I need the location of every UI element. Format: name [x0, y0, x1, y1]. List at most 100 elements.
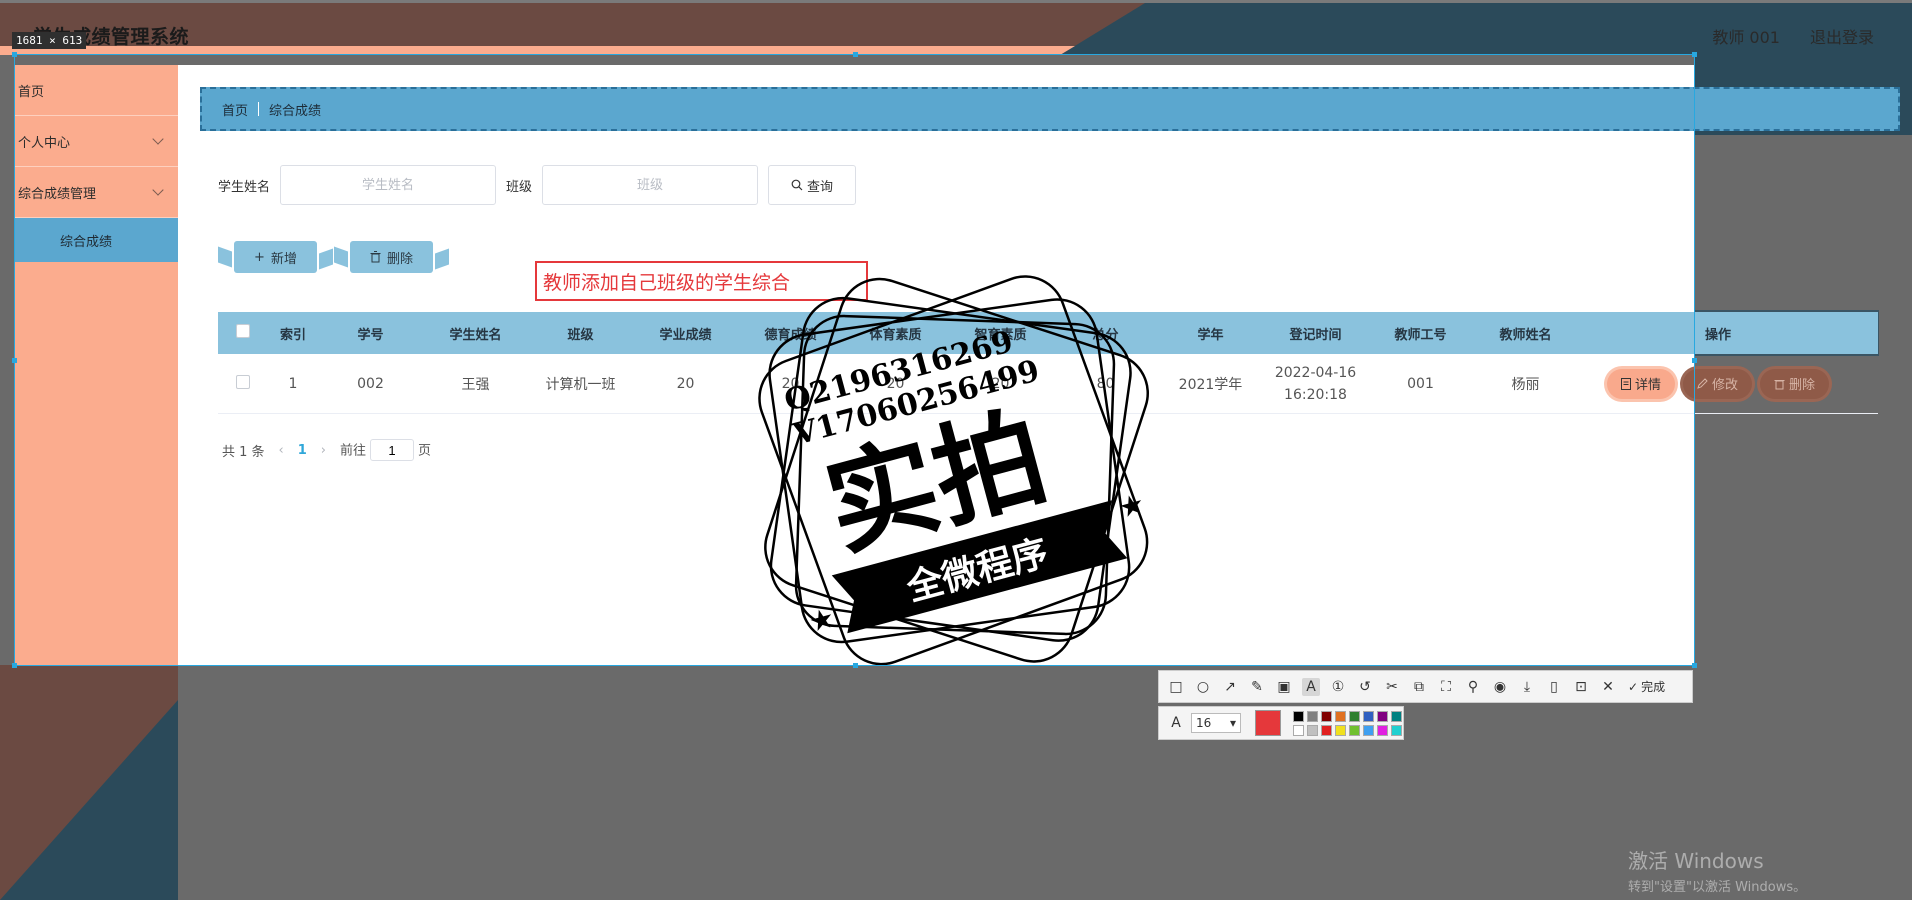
- font-size-select[interactable]: 16 ▾: [1191, 713, 1241, 733]
- windows-activation-watermark: 激活 Windows 转到"设置"以激活 Windows。: [1628, 845, 1806, 895]
- current-user[interactable]: 教师 001: [1712, 24, 1780, 48]
- sidebar-item-personal-center[interactable]: 个人中心: [14, 116, 178, 167]
- edit-button[interactable]: 修改: [1682, 368, 1752, 399]
- color-swatch[interactable]: [1321, 724, 1332, 736]
- number-icon[interactable]: ①: [1329, 678, 1347, 696]
- color-swatch[interactable]: [1363, 724, 1374, 736]
- pen-icon[interactable]: ✎: [1248, 678, 1266, 696]
- chevron-down-icon: [152, 184, 164, 196]
- detail-button[interactable]: 详情: [1606, 368, 1675, 399]
- current-page[interactable]: 1: [298, 443, 307, 458]
- cell-student-no: 002: [357, 375, 384, 392]
- sidebar-item-home[interactable]: 首页: [14, 65, 178, 116]
- batch-delete-button[interactable]: 删除: [350, 241, 434, 273]
- selection-size-badge: 1681 × 613: [12, 32, 87, 49]
- color-swatch[interactable]: [1349, 724, 1360, 736]
- cell-teacher-name: 杨丽: [1511, 376, 1540, 393]
- sidebar-item-label: 首页: [18, 84, 45, 100]
- trash-icon: [370, 251, 381, 263]
- breadcrumb: 首页 综合成绩: [200, 87, 1900, 131]
- annotation-text-box[interactable]: 教师添加自己班级的学生综合: [535, 261, 868, 301]
- color-swatch[interactable]: [1391, 724, 1402, 736]
- column-header: 总分: [1092, 327, 1119, 343]
- row-checkbox[interactable]: [236, 374, 250, 389]
- column-header: 学年: [1197, 327, 1224, 343]
- color-palette: [1293, 710, 1402, 736]
- query-button[interactable]: 查询: [768, 165, 857, 205]
- column-header: 操作: [1704, 327, 1731, 343]
- cell-intel: 20: [991, 375, 1010, 392]
- mosaic-icon[interactable]: ▣: [1275, 678, 1293, 696]
- phone-icon[interactable]: ▯: [1545, 678, 1563, 696]
- color-swatch[interactable]: [1391, 710, 1402, 722]
- sidebar-item-comprehensive-score[interactable]: 综合成绩: [14, 218, 178, 262]
- undo-icon[interactable]: ↺: [1356, 678, 1374, 696]
- breadcrumb-current: 综合成绩: [269, 103, 322, 119]
- cell-total: 80: [1096, 375, 1115, 392]
- bookmark-icon[interactable]: ⊡: [1572, 678, 1590, 696]
- current-color-swatch[interactable]: [1255, 710, 1281, 736]
- goto-page-input[interactable]: [370, 439, 415, 461]
- arrow-icon[interactable]: ↗: [1221, 678, 1239, 696]
- add-button[interactable]: + 新增: [234, 241, 317, 273]
- breadcrumb-home[interactable]: 首页: [222, 100, 248, 119]
- pin-icon[interactable]: ⚲: [1464, 678, 1482, 696]
- column-header: 德育成绩: [764, 327, 817, 343]
- ocr-icon[interactable]: ⧉: [1410, 678, 1428, 696]
- row-delete-button[interactable]: 删除: [1760, 368, 1830, 399]
- activate-hint: 转到"设置"以激活 Windows。: [1628, 880, 1807, 895]
- column-header: 教师工号: [1394, 327, 1447, 343]
- record-icon[interactable]: ◉: [1491, 678, 1509, 696]
- pencil-icon: [1697, 378, 1708, 389]
- rectangle-icon[interactable]: □: [1167, 678, 1185, 696]
- cell-teacher-no: 001: [1407, 375, 1434, 392]
- student-name-input[interactable]: [280, 165, 497, 205]
- screenshot-toolbar: □ ○ ↗ ✎ ▣ A ① ↺ ✂ ⧉ ⛶ ⚲ ◉ ⤓ ▯ ⊡ ✕ ✓ 完成: [1158, 670, 1693, 703]
- color-swatch[interactable]: [1335, 710, 1346, 722]
- next-page-icon[interactable]: ›: [321, 443, 326, 458]
- cell-moral: 20: [781, 375, 800, 392]
- done-label: 完成: [1641, 680, 1666, 694]
- table-header: 索引 学号 学生姓名 班级 学业成绩 德育成绩 体育素质 智育素质 总分 学年 …: [218, 312, 1878, 354]
- column-header: 学号: [357, 327, 384, 343]
- color-swatch[interactable]: [1363, 710, 1374, 722]
- color-swatch[interactable]: [1377, 724, 1388, 736]
- student-name-label: 学生姓名: [218, 179, 271, 195]
- color-swatch[interactable]: [1307, 724, 1318, 736]
- color-swatch[interactable]: [1349, 710, 1360, 722]
- sidebar-item-score-management[interactable]: 综合成绩管理: [14, 167, 178, 218]
- header-user-area: 教师 001 退出登录: [1712, 24, 1874, 48]
- column-header: 索引: [279, 327, 306, 343]
- select-all-checkbox[interactable]: [236, 324, 250, 338]
- logout-link[interactable]: 退出登录: [1810, 24, 1874, 48]
- color-swatch[interactable]: [1293, 710, 1304, 722]
- scan-icon[interactable]: ⛶: [1437, 678, 1455, 696]
- prev-page-icon[interactable]: ‹: [279, 443, 284, 458]
- color-swatch[interactable]: [1377, 710, 1388, 722]
- scissors-icon[interactable]: ✂: [1383, 678, 1401, 696]
- sidebar-item-label: 综合成绩管理: [18, 186, 97, 202]
- color-swatch[interactable]: [1335, 724, 1346, 736]
- cell-year: 2021学年: [1178, 376, 1243, 393]
- color-swatch[interactable]: [1321, 710, 1332, 722]
- class-input[interactable]: [542, 165, 759, 205]
- add-label: 新增: [270, 251, 297, 267]
- search-row: 学生姓名 班级 查询: [218, 165, 857, 205]
- close-icon[interactable]: ✕: [1599, 678, 1617, 696]
- column-header: 教师姓名: [1499, 327, 1552, 343]
- color-swatch[interactable]: [1307, 710, 1318, 722]
- register-clock: 16:20:18: [1284, 386, 1347, 403]
- row-select-cell: [218, 374, 268, 393]
- detail-label: 详情: [1634, 378, 1661, 393]
- breadcrumb-separator: [258, 102, 260, 116]
- download-icon[interactable]: ⤓: [1518, 678, 1536, 696]
- column-header: 学业成绩: [659, 327, 712, 343]
- column-header: 学生姓名: [449, 327, 502, 343]
- register-date: 2022-04-16: [1274, 364, 1357, 381]
- goto-label: 前往: [340, 443, 367, 459]
- color-swatch[interactable]: [1293, 724, 1304, 736]
- annotation-text: 教师添加自己班级的学生综合: [543, 271, 791, 294]
- done-button[interactable]: ✓ 完成: [1628, 678, 1665, 695]
- ellipse-icon[interactable]: ○: [1194, 678, 1212, 696]
- text-icon[interactable]: A: [1302, 677, 1320, 696]
